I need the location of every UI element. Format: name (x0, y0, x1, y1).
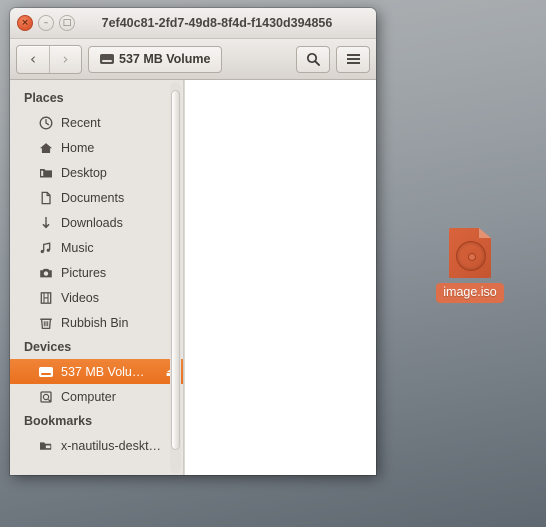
window-toolbar[interactable]: ‹ › 537 MB Volume (10, 39, 376, 80)
desktop-icon-label: image.iso (436, 283, 504, 303)
sidebar-section-header-bookmarks: Bookmarks (24, 414, 93, 428)
sidebar-item-label: Videos (61, 290, 99, 305)
film-icon (38, 290, 54, 306)
sidebar-section-header-places: Places (24, 91, 64, 105)
sidebar-item-x-nautilus-desktop[interactable]: x-nautilus-deskt… (10, 433, 183, 458)
window-titlebar[interactable]: × – □ 7ef40c81-2fd7-49d8-8f4d-f1430d3948… (10, 8, 376, 39)
page-fold-corner (479, 228, 491, 238)
sidebar-item-label: Pictures (61, 265, 107, 280)
computer-icon (38, 389, 54, 405)
sidebar-item-pictures[interactable]: Pictures (10, 260, 183, 285)
window-body: Places Recent Home Desktop Documents Dow… (10, 80, 376, 475)
desktop-file-icon[interactable]: image.iso (428, 228, 512, 303)
maximize-button[interactable]: □ (59, 15, 75, 31)
back-button[interactable]: ‹ (17, 46, 49, 73)
desktop[interactable]: image.iso × – □ 7ef40c81-2fd7-49d8-8f4d-… (0, 0, 546, 527)
music-note-icon (38, 240, 54, 256)
folder-icon (38, 165, 54, 181)
hamburger-icon (346, 54, 360, 64)
sidebar-item-home[interactable]: Home (10, 135, 183, 160)
close-button[interactable]: × (17, 15, 33, 31)
drive-icon (100, 54, 114, 64)
search-button[interactable] (296, 45, 330, 73)
sidebar-item-rubbish-bin[interactable]: Rubbish Bin (10, 310, 183, 335)
trash-icon (38, 315, 54, 331)
sidebar-item-label: Rubbish Bin (61, 315, 129, 330)
disc-icon (456, 241, 486, 271)
navigation-button-group[interactable]: ‹ › (16, 44, 82, 74)
sidebar-item-computer[interactable]: Computer (10, 384, 183, 409)
menu-button[interactable] (336, 45, 370, 73)
sidebar-item-label: Computer (61, 389, 116, 404)
minimize-icon: – (43, 17, 49, 28)
remote-folder-icon (38, 438, 54, 454)
download-icon (38, 215, 54, 231)
sidebar-scrollbar-thumb[interactable] (171, 90, 180, 450)
sidebar-item-label: Home (61, 140, 95, 155)
sidebar-item-label: 537 MB Volu… (61, 364, 145, 379)
breadcrumb-label: 537 MB Volume (119, 52, 211, 66)
sidebar-item-label: Recent (61, 115, 101, 130)
close-icon: × (21, 17, 29, 28)
sidebar-item-music[interactable]: Music (10, 235, 183, 260)
forward-button[interactable]: › (49, 45, 81, 73)
minimize-button[interactable]: – (38, 15, 54, 31)
sidebar-section-header-devices: Devices (24, 340, 72, 354)
sidebar-item-label: x-nautilus-deskt… (61, 438, 162, 453)
chevron-right-icon: › (62, 50, 69, 68)
sidebar-item-downloads[interactable]: Downloads (10, 210, 183, 235)
sidebar-item-label: Documents (61, 190, 125, 205)
chevron-left-icon: ‹ (30, 50, 36, 68)
home-icon (38, 140, 54, 156)
sidebar-item-documents[interactable]: Documents (10, 185, 183, 210)
sidebar-scrollbar[interactable] (170, 82, 181, 473)
sidebar-item-537-mb-volume[interactable]: 537 MB Volu… ⏏ (10, 359, 183, 384)
drive-icon (38, 364, 54, 380)
camera-icon (38, 265, 54, 281)
sidebar-item-videos[interactable]: Videos (10, 285, 183, 310)
sidebar-item-recent[interactable]: Recent (10, 110, 183, 135)
file-list-content-area[interactable] (184, 80, 376, 475)
sidebar-item-label: Desktop (61, 165, 107, 180)
iso-disc-image-icon (449, 228, 491, 278)
sidebar-item-label: Downloads (61, 215, 123, 230)
sidebar-item-desktop[interactable]: Desktop (10, 160, 183, 185)
document-icon (38, 190, 54, 206)
file-manager-window[interactable]: × – □ 7ef40c81-2fd7-49d8-8f4d-f1430d3948… (10, 8, 376, 475)
search-icon (306, 52, 320, 66)
clock-icon (38, 115, 54, 131)
sidebar[interactable]: Places Recent Home Desktop Documents Dow… (10, 80, 184, 475)
sidebar-item-label: Music (61, 240, 94, 255)
maximize-icon: □ (62, 17, 72, 28)
breadcrumb-current-location[interactable]: 537 MB Volume (88, 45, 223, 73)
